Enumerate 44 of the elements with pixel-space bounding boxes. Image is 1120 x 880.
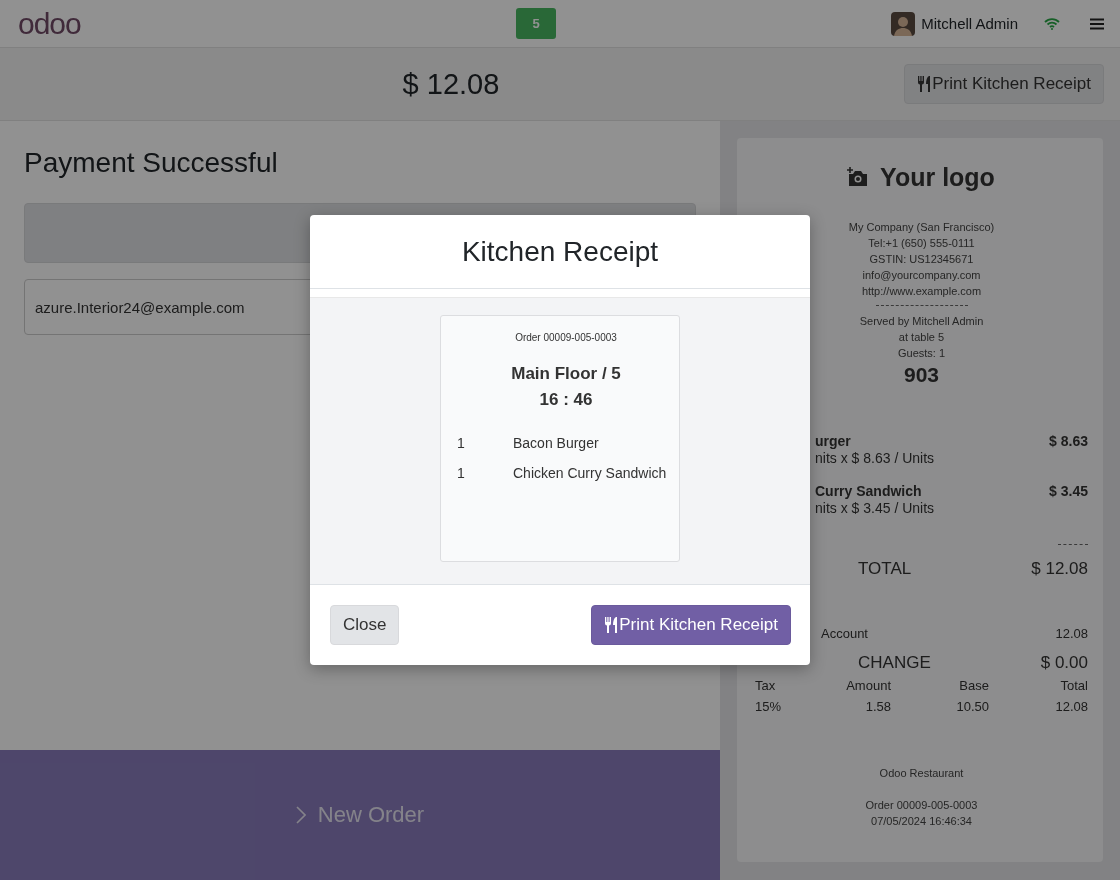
payment-amount: 12.08 xyxy=(1055,626,1088,641)
served-line: at table 5 xyxy=(897,330,946,345)
company-line: http://www.example.com xyxy=(860,284,983,299)
tax-header: Base xyxy=(958,677,989,695)
tax-header: Total xyxy=(1059,677,1088,695)
company-line: info@yourcompany.com xyxy=(861,268,982,283)
payment-method: Account xyxy=(821,626,868,641)
table-name: Main Floor / 5 xyxy=(510,363,622,385)
line-price: $ 8.63 xyxy=(1049,433,1088,451)
item-name: Chicken Curry Sandwich xyxy=(513,465,667,481)
company-line: Tel:+1 (650) 555-0111 xyxy=(867,236,976,251)
company-line: My Company (San Francisco) xyxy=(847,220,996,235)
product-name: Curry Sandwich xyxy=(815,483,923,500)
company-line: GSTIN: US12345671 xyxy=(868,252,975,267)
tax-cell-text: 12.08 xyxy=(1054,698,1088,716)
page-title: Payment Successful xyxy=(24,147,279,179)
amount-due: $ 12.08 xyxy=(401,67,501,101)
dialog-title: Kitchen Receipt xyxy=(461,235,659,268)
tax-header: Tax xyxy=(755,677,777,695)
tracking-number: 903 xyxy=(902,363,940,387)
change-amount: $ 0.00 xyxy=(1040,653,1088,673)
served-line: Served by Mitchell Admin xyxy=(858,314,985,329)
line-price: $ 3.45 xyxy=(1049,483,1088,501)
product-name: urger xyxy=(815,433,852,450)
logo: odoo xyxy=(18,8,81,39)
item-quantity: 1 xyxy=(457,435,466,451)
tax-header: Amount xyxy=(845,677,891,695)
tax-cell-text: 1.58 xyxy=(864,698,891,716)
total-label: TOTAL xyxy=(857,559,912,579)
order-time: 16 : 46 xyxy=(538,389,594,411)
item-quantity: 1 xyxy=(457,465,466,481)
company-logo-text: Your logo xyxy=(879,162,996,192)
product-detail: nits x $ 3.45 / Units xyxy=(815,500,935,517)
footer-line: 07/05/2024 16:46:34 xyxy=(870,814,973,829)
footer-line: Odoo Restaurant xyxy=(878,766,965,781)
footer-line: Order 00009-005-0003 xyxy=(864,798,979,813)
change-label: CHANGE xyxy=(857,653,931,673)
tax-cell-text: 15% xyxy=(755,698,783,716)
product-detail: nits x $ 8.63 / Units xyxy=(815,450,935,467)
item-name: Bacon Burger xyxy=(513,435,599,451)
served-line: Guests: 1 xyxy=(896,346,947,361)
order-number: Order 00009-005-0003 xyxy=(514,332,618,343)
tax-cell-text: 10.50 xyxy=(955,698,989,716)
total-amount: $ 12.08 xyxy=(1031,559,1088,579)
